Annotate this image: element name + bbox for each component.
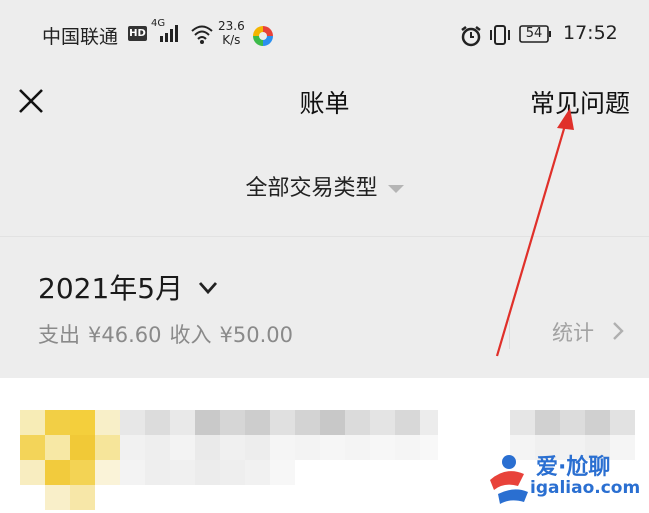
transaction-type-filter[interactable]: 全部交易类型 xyxy=(0,170,649,202)
chevron-right-icon[interactable] xyxy=(612,321,624,341)
alarm-icon xyxy=(461,26,481,47)
faq-link[interactable]: 常见问题 xyxy=(530,84,630,120)
filter-label: 全部交易类型 xyxy=(245,176,378,201)
bill-screen: 中国联通 HD 4G 23.6 K/s 54 17:52 账单 常见问题 全部交… xyxy=(0,0,649,513)
month-selector[interactable]: 2021年5月 xyxy=(38,267,183,307)
caret-down-icon xyxy=(387,185,404,193)
network-speed: 23.6 K/s xyxy=(218,19,245,47)
vibrate-icon xyxy=(490,25,510,45)
speed-value: 23.6 xyxy=(218,19,245,33)
signal-icon xyxy=(160,25,178,42)
watermark-url: igaliao.com xyxy=(530,478,641,498)
stats-link[interactable]: 统计 xyxy=(552,317,594,347)
status-bar: 中国联通 HD 4G 23.6 K/s 54 17:52 xyxy=(0,0,649,70)
filter-area: 全部交易类型 xyxy=(0,136,649,236)
clock: 17:52 xyxy=(563,22,618,44)
nav-bar: 账单 常见问题 xyxy=(0,70,649,136)
month-header: 2021年5月 支出 ¥46.60 收入 ¥50.00 统计 xyxy=(0,236,649,379)
chevron-down-icon[interactable] xyxy=(198,281,218,295)
carrier-name: 中国联通 xyxy=(42,26,119,48)
hd-badge: HD xyxy=(128,26,147,41)
month-summary: 支出 ¥46.60 收入 ¥50.00 xyxy=(38,319,301,349)
watermark-title: 爱·尬聊 xyxy=(536,455,611,480)
battery-level: 54 xyxy=(525,26,543,41)
app-notification-icon xyxy=(253,26,273,46)
expense-amount: ¥46.60 xyxy=(88,323,162,347)
divider xyxy=(509,319,510,349)
income-label: 收入 xyxy=(169,323,212,347)
wifi-icon xyxy=(191,25,213,44)
speed-unit: K/s xyxy=(222,33,241,47)
income-amount: ¥50.00 xyxy=(219,323,293,347)
expense-label: 支出 xyxy=(38,323,80,347)
